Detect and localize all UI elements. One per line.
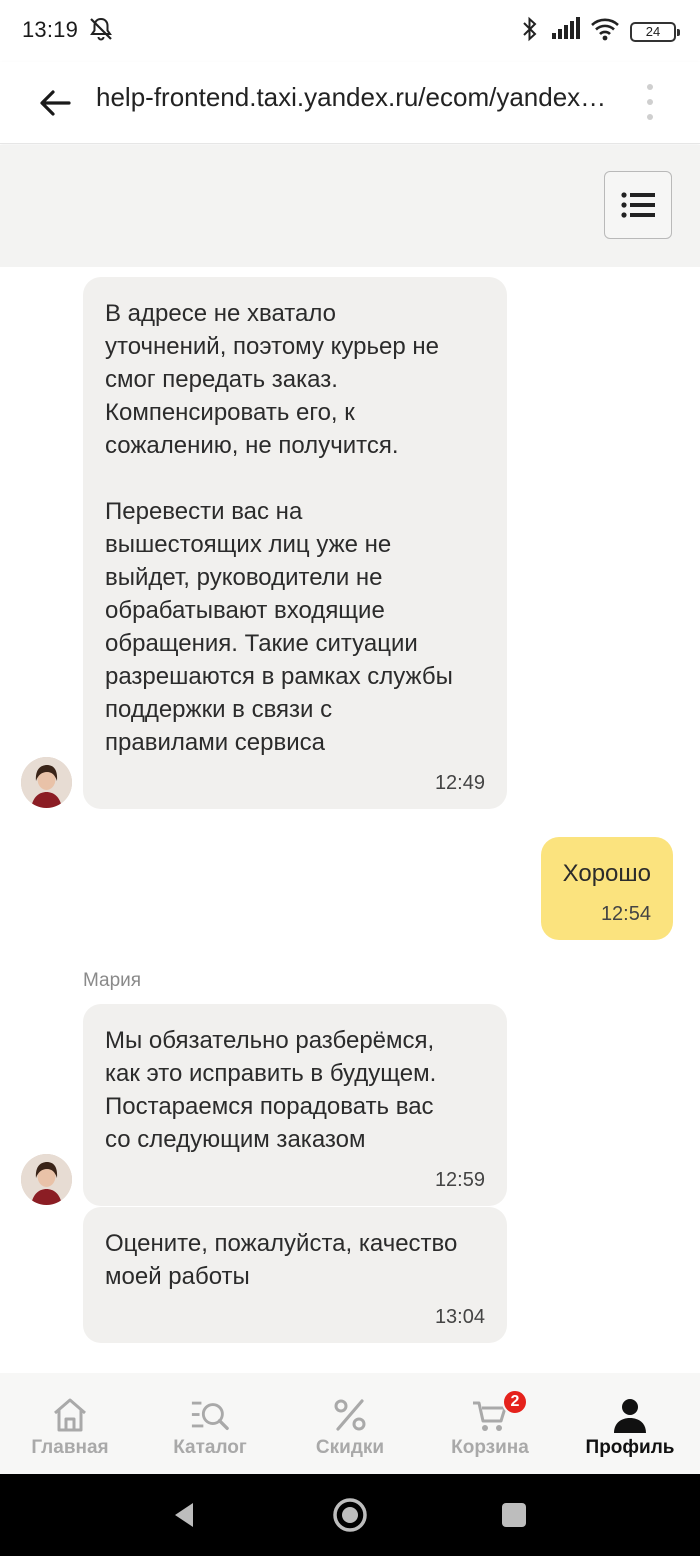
back-button[interactable]: [30, 78, 80, 128]
nav-back-button[interactable]: [163, 1494, 205, 1536]
arrow-left-icon: [40, 90, 71, 116]
status-indicators: 24: [520, 16, 680, 47]
status-time: 13:19: [22, 17, 79, 42]
message-bubble-incoming: Оцените, пожалуйста, качество моей работ…: [83, 1207, 507, 1343]
message-time: 12:49: [434, 772, 485, 794]
message-text: Хорошо: [562, 860, 651, 887]
triangle-back-icon: [175, 1503, 193, 1527]
tab-label: Корзина: [451, 1437, 529, 1458]
message-time: 12:54: [600, 903, 651, 925]
list-icon: [621, 192, 655, 218]
profile-icon: [610, 1395, 650, 1435]
bluetooth-icon: [520, 16, 540, 47]
battery-indicator: 24: [630, 21, 680, 42]
message-text: Оцените, пожалуйста, качество моей работ…: [105, 1230, 458, 1290]
avatar: [21, 1154, 72, 1205]
system-nav-bar: [0, 1474, 700, 1556]
dot-icon: [647, 99, 653, 105]
square-recents-icon: [502, 1503, 526, 1527]
message-bubble-outgoing: Хорошо 12:54: [540, 837, 673, 940]
message-text: Мы обязательно разберёмся, как это испра…: [105, 1027, 437, 1153]
home-icon: [50, 1395, 90, 1435]
overflow-menu-button[interactable]: [638, 82, 662, 122]
chat-menu-button[interactable]: [604, 171, 672, 239]
tab-profile[interactable]: Профиль: [560, 1373, 700, 1474]
tab-label: Каталог: [173, 1437, 247, 1458]
chat-header: [0, 145, 700, 267]
tab-home[interactable]: Главная: [0, 1373, 140, 1474]
signal-icon: [550, 17, 580, 46]
dot-icon: [647, 114, 653, 120]
message-time: 12:59: [434, 1169, 485, 1191]
chat-messages[interactable]: В адресе не хватало уточнений, поэтому к…: [0, 267, 700, 1373]
message-bubble-incoming: В адресе не хватало уточнений, поэтому к…: [83, 277, 507, 809]
url-text[interactable]: help-frontend.taxi.yandex.ru/ecom/yandex…: [96, 82, 616, 113]
message-bubble-incoming: Мы обязательно разберёмся, как это испра…: [83, 1004, 507, 1206]
wifi-icon: [590, 17, 620, 46]
avatar: [21, 757, 72, 808]
tab-discounts[interactable]: Скидки: [280, 1373, 420, 1474]
nav-home-button[interactable]: [329, 1494, 371, 1536]
message-time: 13:04: [434, 1306, 485, 1328]
cart-count-badge: 2: [502, 1389, 528, 1415]
circle-home-icon: [333, 1498, 367, 1532]
tab-catalog[interactable]: Каталог: [140, 1373, 280, 1474]
bottom-tab-bar: Главная Каталог Скидки 2 Корзина Профиль: [0, 1373, 700, 1474]
catalog-search-icon: [190, 1395, 230, 1435]
tab-cart[interactable]: 2 Корзина: [420, 1373, 560, 1474]
browser-bar: help-frontend.taxi.yandex.ru/ecom/yandex…: [0, 62, 700, 144]
percent-icon: [330, 1395, 370, 1435]
tab-label: Профиль: [585, 1437, 675, 1458]
message-text: В адресе не хватало уточнений, поэтому к…: [105, 300, 453, 756]
tab-label: Скидки: [315, 1437, 385, 1458]
nav-recents-button[interactable]: [493, 1494, 535, 1536]
muted-notifications-icon: [88, 16, 114, 42]
status-bar: 13:19 24: [0, 0, 700, 62]
sender-name: Мария: [83, 970, 142, 991]
tab-label: Главная: [31, 1437, 109, 1458]
dot-icon: [647, 84, 653, 90]
